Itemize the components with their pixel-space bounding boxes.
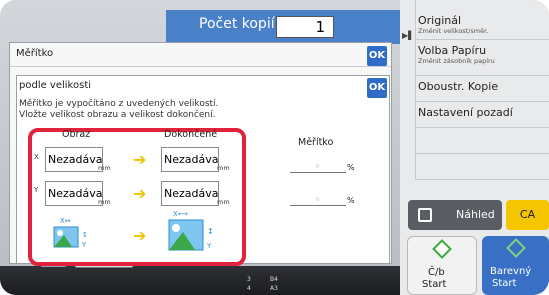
finished-x-input[interactable]: Nezadávat: [161, 147, 219, 172]
preview-icon: [418, 208, 432, 222]
unit-label: mm: [98, 164, 111, 172]
right-menu-divider: [400, 0, 416, 180]
copies-bar: Počet kopií 1: [166, 10, 400, 44]
unit-label: mm: [217, 164, 230, 172]
scale-ok-button[interactable]: OK: [367, 46, 387, 66]
copier-screen: Počet kopií 1 ▶▌ Originál Změnit velikos…: [0, 0, 549, 295]
arrow-right-icon: ➔: [133, 150, 147, 169]
tray-size: A3: [270, 285, 278, 292]
size-ok-button[interactable]: OK: [367, 78, 387, 98]
menu-item-title: Oboustr. Kopie: [418, 80, 499, 93]
svg-text:↕: ↕: [82, 231, 88, 239]
image-x-input[interactable]: Nezadávat: [45, 147, 103, 172]
tray-number: 3: [247, 276, 251, 283]
menu-item-background[interactable]: Nastavení pozadí: [416, 102, 549, 128]
copies-label: Počet kopií: [199, 16, 275, 32]
finished-image-icon: X⟷ ↕ Y: [168, 210, 214, 251]
menu-item-sub: Změnit zásobník papíru: [418, 57, 495, 65]
svg-text:X⟷: X⟷: [173, 210, 188, 218]
svg-text:↕: ↕: [207, 227, 214, 236]
finished-y-input[interactable]: Nezadávat: [161, 181, 219, 206]
axis-y-label: Y: [34, 186, 39, 194]
menu-item-paper[interactable]: Volba Papíru Změnit zásobník papíru: [416, 40, 549, 76]
scale-x-field: [290, 172, 346, 173]
arrow-right-icon: ➔: [133, 226, 147, 245]
svg-text:Y: Y: [206, 242, 212, 250]
start-diamond-icon: [506, 238, 526, 258]
menu-item-empty: [416, 154, 549, 180]
menu-item-title: Nastavení pozadí: [418, 106, 513, 119]
percent-label: %: [347, 196, 355, 205]
preview-label: Náhled: [456, 208, 495, 221]
menu-item-original[interactable]: Originál Změnit velikost/směr.: [416, 4, 549, 40]
menu-item-duplex[interactable]: Oboustr. Kopie: [416, 76, 549, 102]
svg-text:Y: Y: [81, 241, 87, 249]
clear-all-button[interactable]: CA: [506, 200, 549, 230]
start-bw-button[interactable]: Č/b Start: [407, 236, 477, 295]
menu-item-title: Originál: [418, 14, 462, 27]
start-color-button[interactable]: Barevný Start: [482, 236, 549, 295]
svg-text:X↔: X↔: [60, 217, 71, 225]
scale-dialog-title: Měřítko: [16, 48, 54, 59]
menu-item-empty: [416, 128, 549, 154]
preview-button[interactable]: Náhled: [408, 200, 502, 230]
start-bw-label-2: Start: [422, 279, 447, 290]
menu-item-title: Volba Papíru: [418, 44, 487, 57]
arrow-right-icon: ➔: [133, 184, 147, 203]
start-color-label-1: Barevný: [490, 266, 532, 277]
image-y-input[interactable]: Nezadávat: [45, 181, 103, 206]
play-arrow-icon: ▶▌: [402, 31, 415, 40]
scale-column-header: Měřítko: [298, 137, 334, 148]
column-finished-header: Dokončené: [164, 129, 218, 140]
start-color-label-2: Start: [492, 278, 517, 289]
bottom-bar: [0, 266, 400, 295]
percent-label: %: [347, 163, 355, 172]
scale-dialog-header: Měřítko: [10, 43, 391, 67]
copies-input[interactable]: 1: [276, 16, 334, 38]
axis-x-label: X: [34, 153, 39, 161]
scale-x-value: 0: [316, 164, 320, 170]
tray-number: 4: [247, 285, 251, 292]
tray-size: B4: [270, 276, 278, 283]
start-bw-label-1: Č/b: [428, 267, 445, 278]
unit-label: mm: [217, 198, 230, 206]
original-image-icon: X↔ ↕ Y: [53, 217, 88, 249]
size-dialog-desc-2: Vložte velikost obrazu a velikost dokonč…: [19, 110, 216, 120]
menu-item-sub: Změnit velikost/směr.: [418, 27, 489, 35]
unit-label: mm: [98, 198, 111, 206]
scale-y-field: [290, 205, 346, 206]
start-diamond-icon: [432, 239, 452, 259]
scale-y-value: 0: [316, 197, 320, 203]
size-dialog-title: podle velikosti: [19, 80, 92, 91]
column-image-header: Obraz: [62, 129, 91, 140]
size-dialog-desc-1: Měřítko je vypočítáno z uvedených veliko…: [19, 99, 219, 109]
